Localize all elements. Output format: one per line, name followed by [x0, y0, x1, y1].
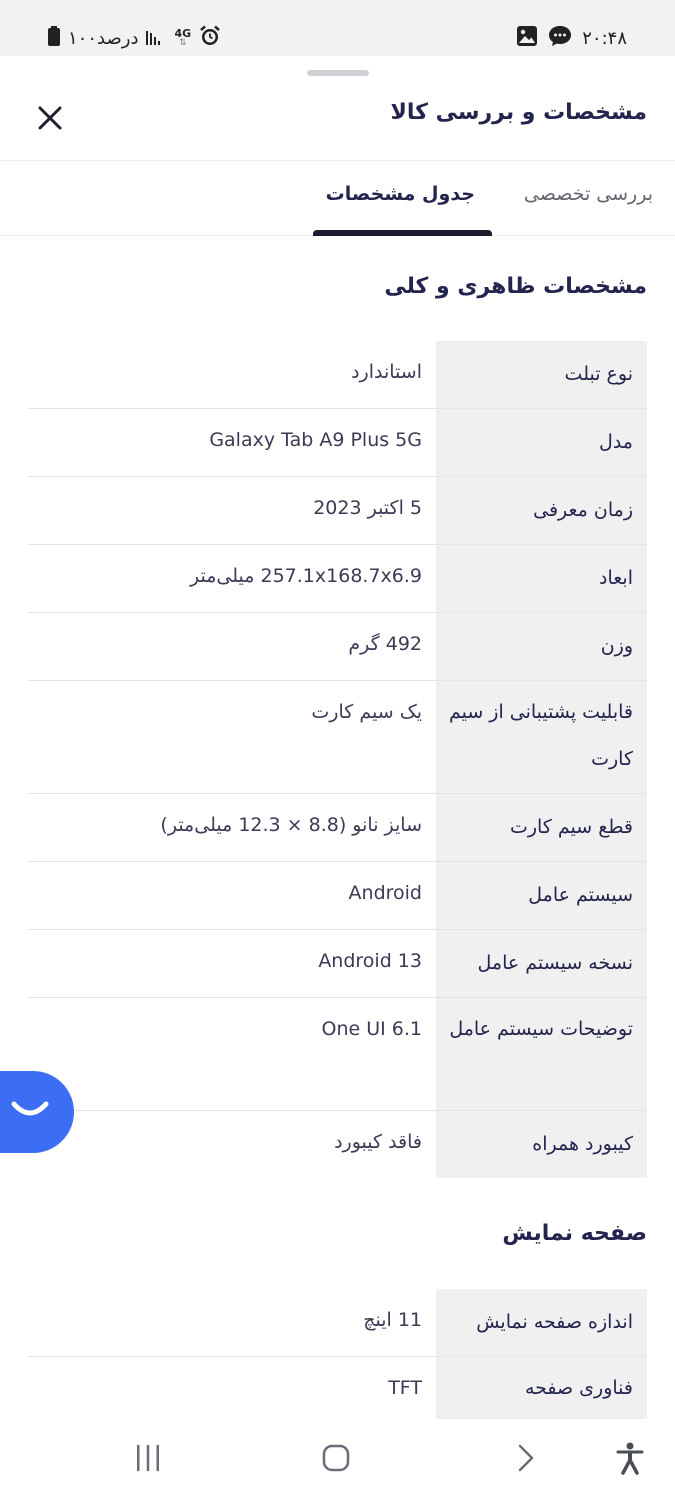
table-row: مدل Galaxy Tab A9 Plus 5G [28, 409, 647, 477]
spec-table-display: اندازه صفحه نمایش 11 اینچ فناوری صفحه TF… [28, 1289, 647, 1419]
table-row: وزن 492 گرم [28, 613, 647, 681]
spec-key: اندازه صفحه نمایش [436, 1289, 647, 1356]
home-icon [321, 1443, 351, 1477]
close-icon [37, 105, 63, 135]
status-right: ۲۰:۴۸ [516, 24, 627, 52]
status-time: ۲۰:۴۸ [582, 27, 627, 49]
section-title-general: مشخصات ظاهری و کلی [384, 274, 647, 299]
section-title-display: صفحه نمایش [502, 1221, 647, 1246]
tab-spec-table[interactable]: جدول مشخصات [326, 183, 475, 205]
spec-key: مدل [436, 409, 647, 476]
table-row: قابلیت پشتیبانی از سیم کارت یک سیم کارت [28, 681, 647, 794]
active-tab-indicator [313, 230, 492, 236]
data-arrows-icon: ⇅ [179, 38, 187, 48]
status-left: ۱۰۰درصد 4G ⇅ [48, 24, 221, 52]
spec-key: زمان معرفی [436, 477, 647, 544]
table-row: نسخه سیستم عامل Android 13 [28, 930, 647, 998]
tab-expert-review[interactable]: بررسی تخصصی [524, 183, 653, 205]
spec-value: استاندارد [351, 361, 422, 383]
accessibility-button[interactable] [610, 1440, 650, 1480]
close-button[interactable] [30, 100, 70, 140]
spec-key: قابلیت پشتیبانی از سیم کارت [436, 681, 647, 793]
spec-key: نوع تبلت [436, 341, 647, 408]
signal-icon [146, 27, 166, 49]
spec-value: یک سیم کارت [311, 701, 422, 723]
recents-button[interactable] [128, 1440, 168, 1480]
back-button[interactable] [505, 1440, 545, 1480]
spec-table-general: نوع تبلت استاندارد مدل Galaxy Tab A9 Plu… [28, 341, 647, 1178]
table-row: ابعاد 257.1x168.7x6.9 میلی‌متر [28, 545, 647, 613]
spec-key: سیستم عامل [436, 862, 647, 929]
battery-icon [48, 26, 60, 50]
spec-value: 492 گرم [348, 633, 422, 655]
spec-value: TFT [388, 1377, 422, 1399]
spec-value: Android 13 [318, 950, 422, 972]
spec-key: توضیحات سیستم عامل [436, 998, 647, 1110]
back-icon [510, 1443, 540, 1477]
spec-key: وزن [436, 613, 647, 680]
table-row: اندازه صفحه نمایش 11 اینچ [28, 1289, 647, 1357]
table-row: نوع تبلت استاندارد [28, 341, 647, 409]
home-button[interactable] [316, 1440, 356, 1480]
spec-value: 5 اکتبر 2023 [313, 497, 422, 519]
smile-chat-icon [10, 1100, 50, 1124]
spec-value: Galaxy Tab A9 Plus 5G [209, 429, 422, 451]
table-row: زمان معرفی 5 اکتبر 2023 [28, 477, 647, 545]
spec-value: فاقد کیبورد [334, 1131, 422, 1153]
table-row: سیستم عامل Android [28, 862, 647, 930]
alarm-icon [199, 25, 221, 51]
spec-value: 257.1x168.7x6.9 میلی‌متر [190, 565, 422, 587]
spec-value: Android [348, 882, 422, 904]
spec-value: سایز نانو (8.8 × 12.3 میلی‌متر) [160, 814, 422, 836]
page-title: مشخصات و بررسی کالا [390, 100, 647, 125]
spec-key: نسخه سیستم عامل [436, 930, 647, 997]
spec-key: فناوری صفحه [436, 1357, 647, 1419]
spec-value: One UI 6.1 [321, 1018, 423, 1040]
spec-key: ابعاد [436, 545, 647, 612]
table-row: فناوری صفحه TFT [28, 1357, 647, 1419]
accessibility-icon [615, 1441, 645, 1479]
system-nav-bar [0, 1420, 675, 1500]
chat-bubble-icon [548, 25, 572, 51]
tabs-bar: بررسی تخصصی جدول مشخصات [0, 161, 675, 236]
bottom-sheet: مشخصات و بررسی کالا بررسی تخصصی جدول مشخ… [0, 56, 675, 1420]
spec-key: کیبورد همراه [436, 1111, 647, 1178]
spec-value: 11 اینچ [363, 1309, 422, 1331]
recents-icon [133, 1443, 163, 1477]
spec-key: قطع سیم کارت [436, 794, 647, 861]
battery-text: ۱۰۰درصد [68, 27, 139, 49]
data-icon: 4G ⇅ [174, 28, 191, 48]
table-row: توضیحات سیستم عامل One UI 6.1 [28, 998, 647, 1111]
table-row: قطع سیم کارت سایز نانو (8.8 × 12.3 میلی‌… [28, 794, 647, 862]
gallery-icon [516, 25, 538, 51]
sheet-header: مشخصات و بررسی کالا [0, 76, 675, 161]
status-bar: ۱۰۰درصد 4G ⇅ ۲۰:۴۸ [0, 0, 675, 56]
table-row: کیبورد همراه فاقد کیبورد [28, 1111, 647, 1178]
